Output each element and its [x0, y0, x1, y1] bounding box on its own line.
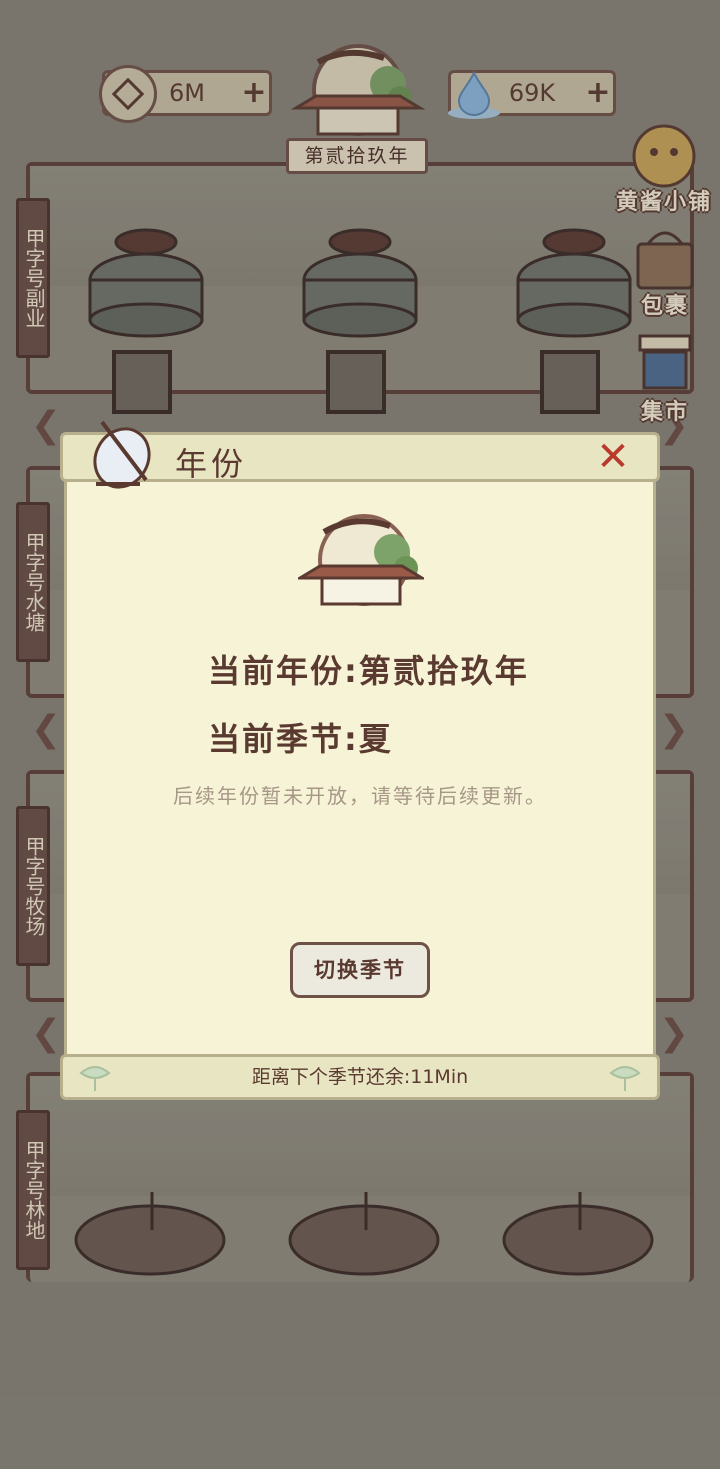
- year-emblem-icon: [298, 514, 424, 606]
- dialog-footer: 距离下个季节还余:11Min: [60, 1054, 660, 1100]
- close-button[interactable]: ✕: [593, 437, 633, 477]
- current-year-text: 当前年份:第贰拾玖年: [208, 652, 529, 690]
- sundial-icon: [93, 420, 151, 489]
- ginkgo-leaf-icon: [79, 1066, 111, 1091]
- year-dialog: 年份 ✕ 当前年份:第贰拾玖年 当前季节:夏 后续年份暂未开放，请等待后续更新。…: [60, 420, 660, 1100]
- dialog-title: 年份: [175, 445, 248, 483]
- update-notice: 后续年份暂未开放，请等待后续更新。: [173, 784, 547, 808]
- ginkgo-leaf-icon: [609, 1066, 641, 1091]
- season-countdown: 距离下个季节还余:11Min: [251, 1066, 469, 1088]
- switch-season-button[interactable]: 切换季节: [290, 942, 430, 998]
- current-season-text: 当前季节:夏: [208, 720, 393, 758]
